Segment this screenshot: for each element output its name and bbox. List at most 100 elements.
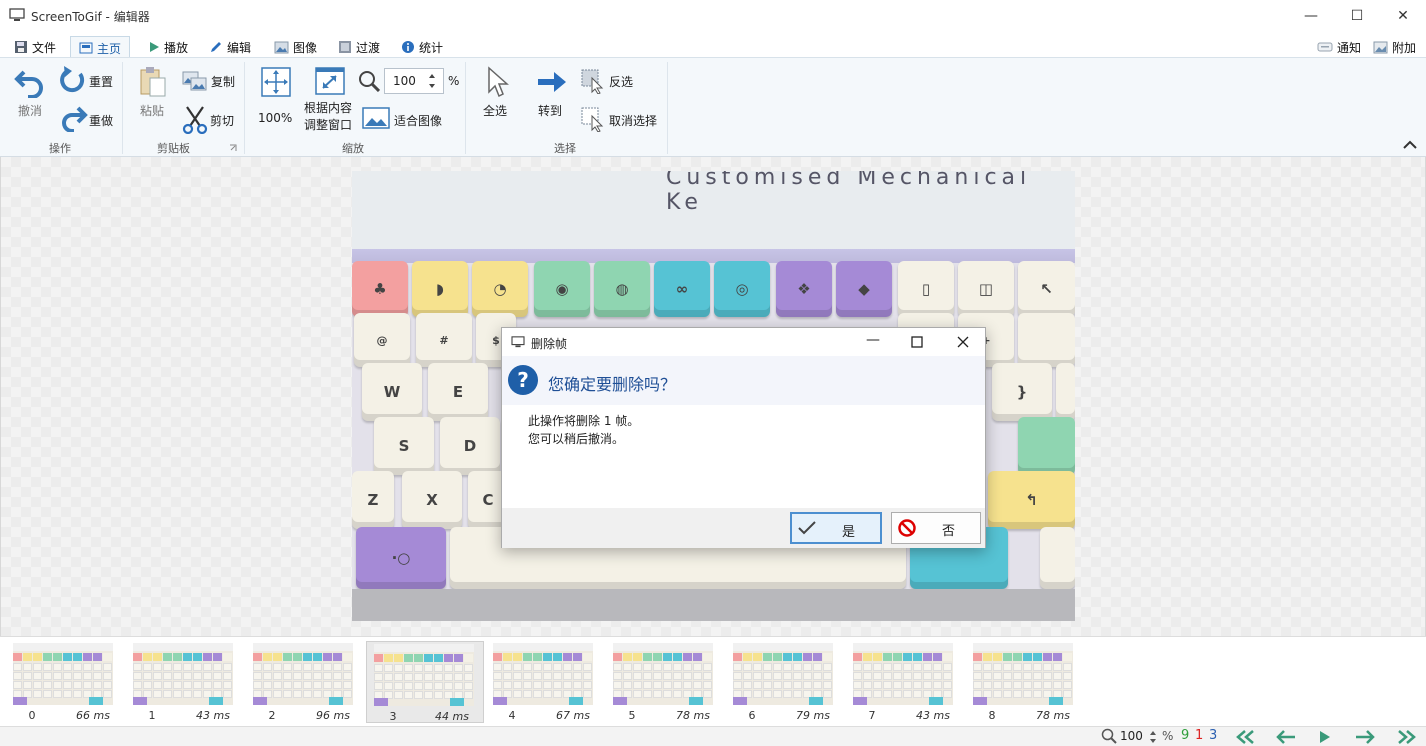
scissors-icon [182,106,208,134]
previous-frame-icon[interactable] [1276,730,1296,744]
tab-transition[interactable]: 过渡 [338,36,380,58]
paste-button[interactable]: 粘贴 [138,66,170,122]
keycap [1018,417,1075,475]
tab-image[interactable]: 图像 [274,36,317,58]
invert-selection-icon [581,69,604,94]
frame-thumbnail[interactable]: 0 66 ms [6,641,124,723]
keycap: D [440,417,500,475]
invert-selection-button[interactable]: 反选 [580,68,670,96]
tab-label: 主页 [97,41,122,56]
next-frame-icon[interactable] [1355,730,1375,744]
keycap: ↖ [1018,261,1075,317]
zoom-100-button[interactable]: 100% [258,66,294,125]
transition-icon [339,41,351,53]
copy-icon [182,71,207,91]
zoom-value: 100 [393,74,416,88]
app-icon [9,8,25,21]
spinner-icon[interactable] [1149,729,1157,745]
keycap: ↰ [988,471,1075,529]
tab-play[interactable]: 播放 [148,36,188,58]
cut-label: 剪切 [210,114,235,128]
dialog-maximize-button[interactable] [911,336,923,348]
ribbon-panel: 撤消 重置 重做 操作 粘贴 复制 剪切 剪贴板 100% 根据内容 调整窗口 … [0,57,1426,157]
fit-image-icon [362,107,390,129]
tab-edit[interactable]: 编辑 [209,36,251,58]
last-frame-icon[interactable] [1396,730,1418,744]
status-zoom-value[interactable]: 100 [1120,729,1143,743]
frame-thumbnail[interactable]: 3 44 ms [366,641,484,723]
keycap: X [402,471,462,529]
close-button[interactable]: ✕ [1380,0,1426,31]
zoom-input[interactable]: 100 [384,68,444,94]
yes-button[interactable]: 是 [790,512,882,544]
collapse-ribbon-icon[interactable] [1402,140,1418,150]
frame-thumbnail[interactable]: 4 67 ms [486,641,604,723]
save-icon [15,41,27,53]
dialog-title-bar: 删除帧 — [502,328,985,356]
keycap: ◫ [958,261,1014,317]
extras-icon [1373,41,1388,53]
frame-duration: 78 ms [676,709,710,722]
fit-window-button[interactable]: 根据内容 调整窗口 [304,66,358,136]
frame-thumbnail[interactable]: 1 43 ms [126,641,244,723]
frame-number: 7 [868,709,876,722]
status-bar: 100 % 9 1 3 [0,726,1426,746]
tab-notification[interactable]: 通知 [1317,36,1361,58]
frame-duration: 66 ms [76,709,110,722]
select-all-button[interactable]: 全选 [482,66,512,122]
tab-home[interactable]: 主页 [70,36,131,59]
zoom-magnifier-icon [1101,728,1117,744]
frame-number: 4 [508,709,516,722]
frame-thumbnail-image [853,643,953,705]
keycap [1040,527,1075,589]
frame-thumbnail[interactable]: 8 78 ms [966,641,1084,723]
keycap: E [428,363,488,421]
copy-button[interactable]: 复制 [182,68,242,94]
play-icon[interactable] [1319,730,1331,744]
svg-text:?: ? [517,368,529,392]
status-current-frame: 3 [1209,728,1218,743]
frame-thumbnail-image [613,643,713,705]
keycap: ∞ [654,261,710,317]
frame-thumbnail[interactable]: 6 79 ms [726,641,844,723]
goto-button[interactable]: 转到 [536,66,566,122]
tab-label: 通知 [1337,40,1362,55]
frame-thumbnail[interactable]: 2 96 ms [246,641,364,723]
ribbon-tabs: 文件 主页 播放 编辑 图像 过渡 统计 通知 附加 [0,36,1426,59]
group-label-zoom: 缩放 [342,142,364,155]
frame-number: 3 [389,710,397,723]
deselect-button[interactable]: 取消选择 [580,106,670,134]
frame-thumbnail[interactable]: 7 43 ms [846,641,964,723]
home-icon [79,42,93,54]
undo-button[interactable]: 撤消 [14,66,46,122]
dialog-close-button[interactable] [957,336,969,348]
minimize-button[interactable]: — [1288,0,1334,31]
tab-statistics[interactable]: 统计 [401,36,443,58]
zoom-unit: % [448,74,460,88]
dialog-launcher-icon[interactable] [229,144,237,152]
status-selected-frames: 1 [1195,728,1204,743]
no-button[interactable]: 否 [891,512,981,544]
frame-thumbnail-image [13,643,113,705]
maximize-button[interactable]: ☐ [1334,0,1380,31]
spinner-icon[interactable] [427,71,437,91]
keycap: ◔ [472,261,528,317]
title-bar: ScreenToGif - 编辑器 — ☐ ✕ [0,0,1426,31]
first-frame-icon[interactable] [1234,730,1256,744]
tab-file[interactable]: 文件 [14,36,56,58]
zoom-100-label: 100% [258,111,293,125]
redo-button[interactable]: 重做 [60,104,120,134]
cut-button[interactable]: 剪切 [182,106,242,134]
dialog-minimize-button[interactable]: — [866,332,880,348]
keyboard-case [352,589,1075,621]
group-label-clipboard: 剪贴板 [157,142,190,155]
frame-list: 0 66 ms 1 43 ms 2 96 ms 3 44 ms 4 67 ms 5 78 ms 6 79 … [0,636,1426,726]
frame-thumbnail[interactable]: 5 78 ms [606,641,724,723]
keycap: ·○ [356,527,446,589]
tab-extras[interactable]: 附加 [1373,36,1416,58]
dialog-message-line1: 此操作将删除 1 帧。 [528,414,640,428]
fit-image-button[interactable]: 适合图像 [362,106,452,134]
undo-icon [14,70,43,98]
reset-button[interactable]: 重置 [60,66,120,96]
keycap [1018,313,1075,367]
